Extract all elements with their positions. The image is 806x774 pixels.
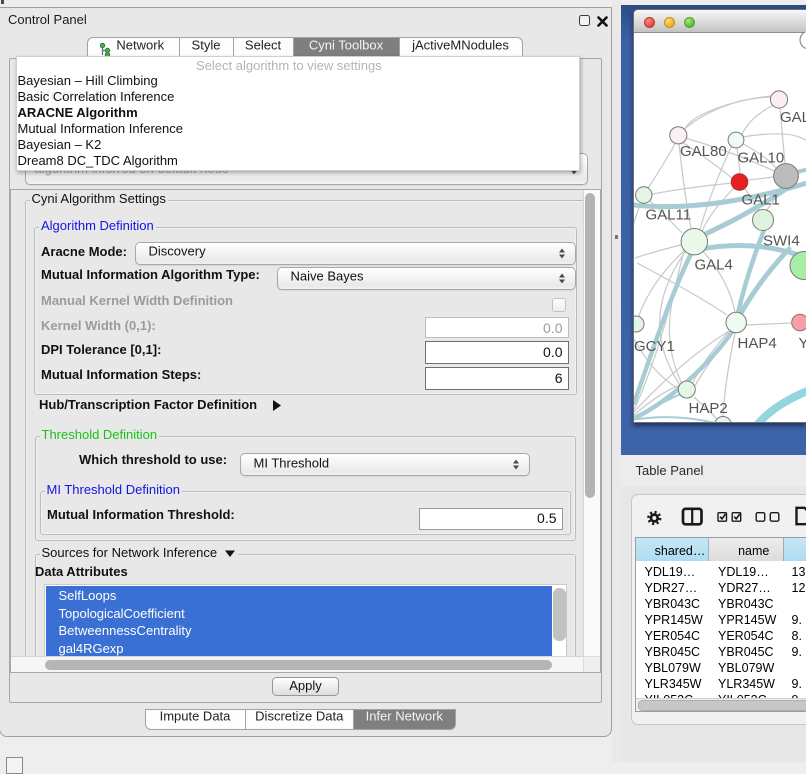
- svg-text:GAL10: GAL10: [738, 150, 785, 167]
- svg-text:YJ: YJ: [799, 335, 806, 352]
- svg-text:GAL80: GAL80: [680, 143, 727, 160]
- svg-text:SWI4: SWI4: [763, 233, 800, 250]
- svg-text:HAP2: HAP2: [689, 400, 728, 417]
- svg-text:GAL1: GAL1: [742, 192, 780, 209]
- svg-text:GAL4: GAL4: [695, 257, 733, 274]
- svg-text:GAL7: GAL7: [780, 109, 806, 126]
- svg-text:HAP4: HAP4: [738, 335, 777, 352]
- svg-text:GAL11: GAL11: [646, 207, 692, 224]
- svg-text:GCY1: GCY1: [634, 338, 675, 355]
